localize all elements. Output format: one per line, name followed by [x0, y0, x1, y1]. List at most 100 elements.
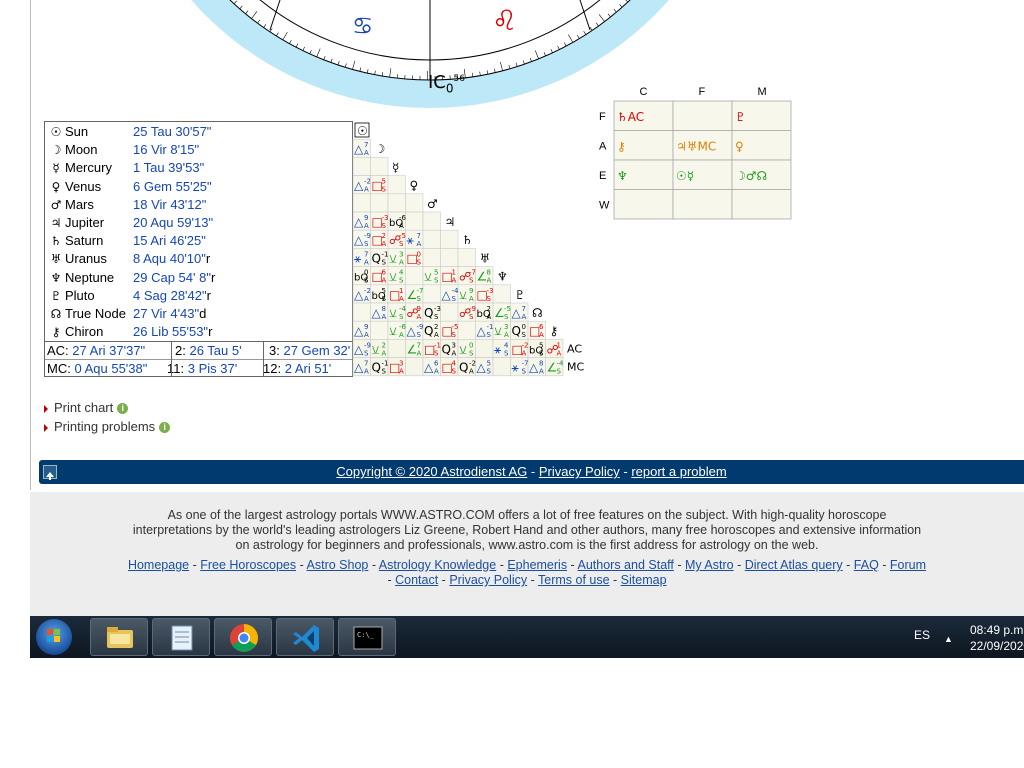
vscode-taskbar-button[interactable]: [276, 618, 334, 656]
aspect-orb: 5: [382, 287, 386, 295]
info-icon[interactable]: i: [117, 403, 129, 415]
element-header: W: [599, 200, 610, 212]
aspect-symbol: △: [477, 324, 487, 338]
planet-glyph-icon: ☊: [50, 307, 62, 321]
aspect-orb: -4: [557, 360, 565, 368]
aspect-orb-flag: S: [399, 313, 404, 321]
mode-header: F: [699, 86, 706, 98]
footer-link[interactable]: My Astro: [685, 558, 734, 572]
ac-row: AC: 27 Ari 37'37": [47, 343, 146, 358]
printing-problems-link[interactable]: Printing problems i: [44, 417, 171, 436]
aspect-header-glyph: ☊: [532, 306, 543, 320]
footer-link[interactable]: Homepage: [128, 558, 189, 572]
aspect-orb-flag: A: [399, 295, 404, 303]
aspect-orb: 3: [504, 323, 508, 331]
aspect-orb-flag: A: [417, 313, 422, 321]
aspect-orb: 7: [364, 360, 368, 368]
planet-name: Sun: [65, 124, 89, 139]
footer-link[interactable]: Terms of use: [538, 573, 610, 587]
planet-position: 29 Cap 54' 8"r: [133, 269, 216, 285]
aspect-symbol: △: [354, 179, 364, 193]
planet-position: 8 Aqu 40'10"r: [133, 251, 211, 267]
aspect-symbol: ⚹: [512, 361, 519, 375]
planet-glyph-icon: ♆: [50, 270, 62, 285]
element-mode-cell-glyphs: ♆: [617, 169, 628, 183]
report-problem-link[interactable]: report a problem: [631, 464, 726, 479]
info-icon[interactable]: i: [159, 422, 171, 434]
aspect-orb: 7: [364, 250, 368, 258]
footer-link[interactable]: Astro Shop: [307, 558, 369, 572]
planet-glyph-icon: ♃: [50, 216, 62, 230]
planet-position: 4 Sag 28'42"r: [133, 287, 211, 303]
print-chart-link[interactable]: Print chart i: [44, 398, 170, 417]
copyright-link[interactable]: Copyright © 2020 Astrodienst AG: [336, 464, 527, 479]
aspect-orb: -1: [382, 360, 389, 368]
aspect-row-label: AC: [567, 342, 582, 355]
file-explorer-taskbar-button[interactable]: [90, 618, 148, 656]
aspect-orb: 8: [539, 360, 543, 368]
chrome-taskbar-button[interactable]: [214, 618, 272, 656]
planet-position: 25 Tau 30'57": [133, 124, 212, 139]
footer-link[interactable]: Forum: [890, 558, 926, 572]
aspect-symbol: Q: [512, 324, 521, 338]
aspect-symbol: △: [354, 342, 364, 356]
aspect-orb-flag: A: [382, 313, 387, 321]
planet-position: 26 Lib 55'53"r: [133, 324, 213, 340]
footer-link[interactable]: Authors and Staff: [578, 558, 674, 572]
svg-text:C:\_: C:\_: [357, 631, 375, 639]
aspect-orb-flag: S: [399, 240, 404, 248]
aspect-orb: 9: [364, 323, 368, 331]
aspect-symbol: ⚺: [372, 342, 380, 356]
aspect-symbol: ⚹: [494, 342, 501, 356]
aspect-orb-flag: S: [487, 295, 492, 303]
aspect-orb-flag: S: [452, 295, 457, 303]
footer-link[interactable]: Free Horoscopes: [200, 558, 296, 572]
aspect-orb: -4: [452, 287, 460, 295]
folder-icon: [107, 627, 133, 648]
aspect-orb: -7: [417, 287, 424, 295]
aspect-orb-flag: S: [417, 258, 422, 266]
notepad-taskbar-button[interactable]: [152, 618, 210, 656]
aspect-cell: [387, 339, 406, 358]
aspect-orb: 2: [382, 341, 386, 349]
scroll-top-icon[interactable]: [43, 465, 57, 480]
privacy-policy-link[interactable]: Privacy Policy: [539, 464, 620, 479]
aspect-symbol: ⚺: [389, 324, 397, 338]
planet-name: True Node: [65, 306, 126, 321]
footer-link[interactable]: FAQ: [854, 558, 879, 572]
footer-link[interactable]: Privacy Policy: [449, 573, 527, 587]
aspect-header-glyph: ♀: [410, 179, 419, 193]
aspect-symbol: △: [529, 361, 539, 375]
aspect-orb-flag: A: [399, 368, 404, 376]
aspect-header-glyph: ⚷: [550, 324, 559, 338]
aspect-orb: -2: [522, 341, 529, 349]
cancer-glyph: ♋: [352, 12, 374, 40]
aspect-orb: -6: [399, 214, 407, 222]
footer-link[interactable]: Contact: [395, 573, 438, 587]
footer-link[interactable]: Sitemap: [621, 573, 667, 587]
footer-link[interactable]: Direct Atlas query: [745, 558, 843, 572]
cmd-taskbar-button[interactable]: C:\_: [338, 618, 396, 656]
aspect-cell: [440, 248, 459, 267]
planet-glyph-icon: ⚷: [51, 325, 61, 340]
aspect-orb-flag: S: [364, 349, 369, 357]
tray-expand-icon[interactable]: ▲: [944, 634, 953, 644]
windows-start-button[interactable]: [36, 619, 72, 655]
aspect-orb-flag: S: [504, 313, 509, 321]
clock[interactable]: 08:49 p.m.22/09/2020: [970, 622, 1024, 654]
mode-header: C: [640, 86, 648, 98]
aspect-symbol: ⚺: [494, 324, 502, 338]
element-mode-cell-glyphs: ☉☿: [676, 169, 694, 183]
footer-link[interactable]: Astrology Knowledge: [379, 558, 496, 572]
planet-position: 18 Vir 43'12": [133, 196, 207, 212]
aspect-orb-flag: A: [434, 368, 439, 376]
aspect-orb: 7: [522, 305, 526, 313]
footer-link[interactable]: Ephemeris: [507, 558, 567, 572]
aspect-orb: 1: [399, 287, 403, 295]
aspect-cell: [492, 357, 511, 377]
aspect-orb: 5: [382, 178, 386, 186]
aspect-orb-flag: S: [382, 368, 387, 376]
language-indicator[interactable]: ES: [914, 628, 930, 642]
aspect-orb: 0: [364, 269, 368, 277]
aspect-orb: 3: [399, 360, 403, 368]
